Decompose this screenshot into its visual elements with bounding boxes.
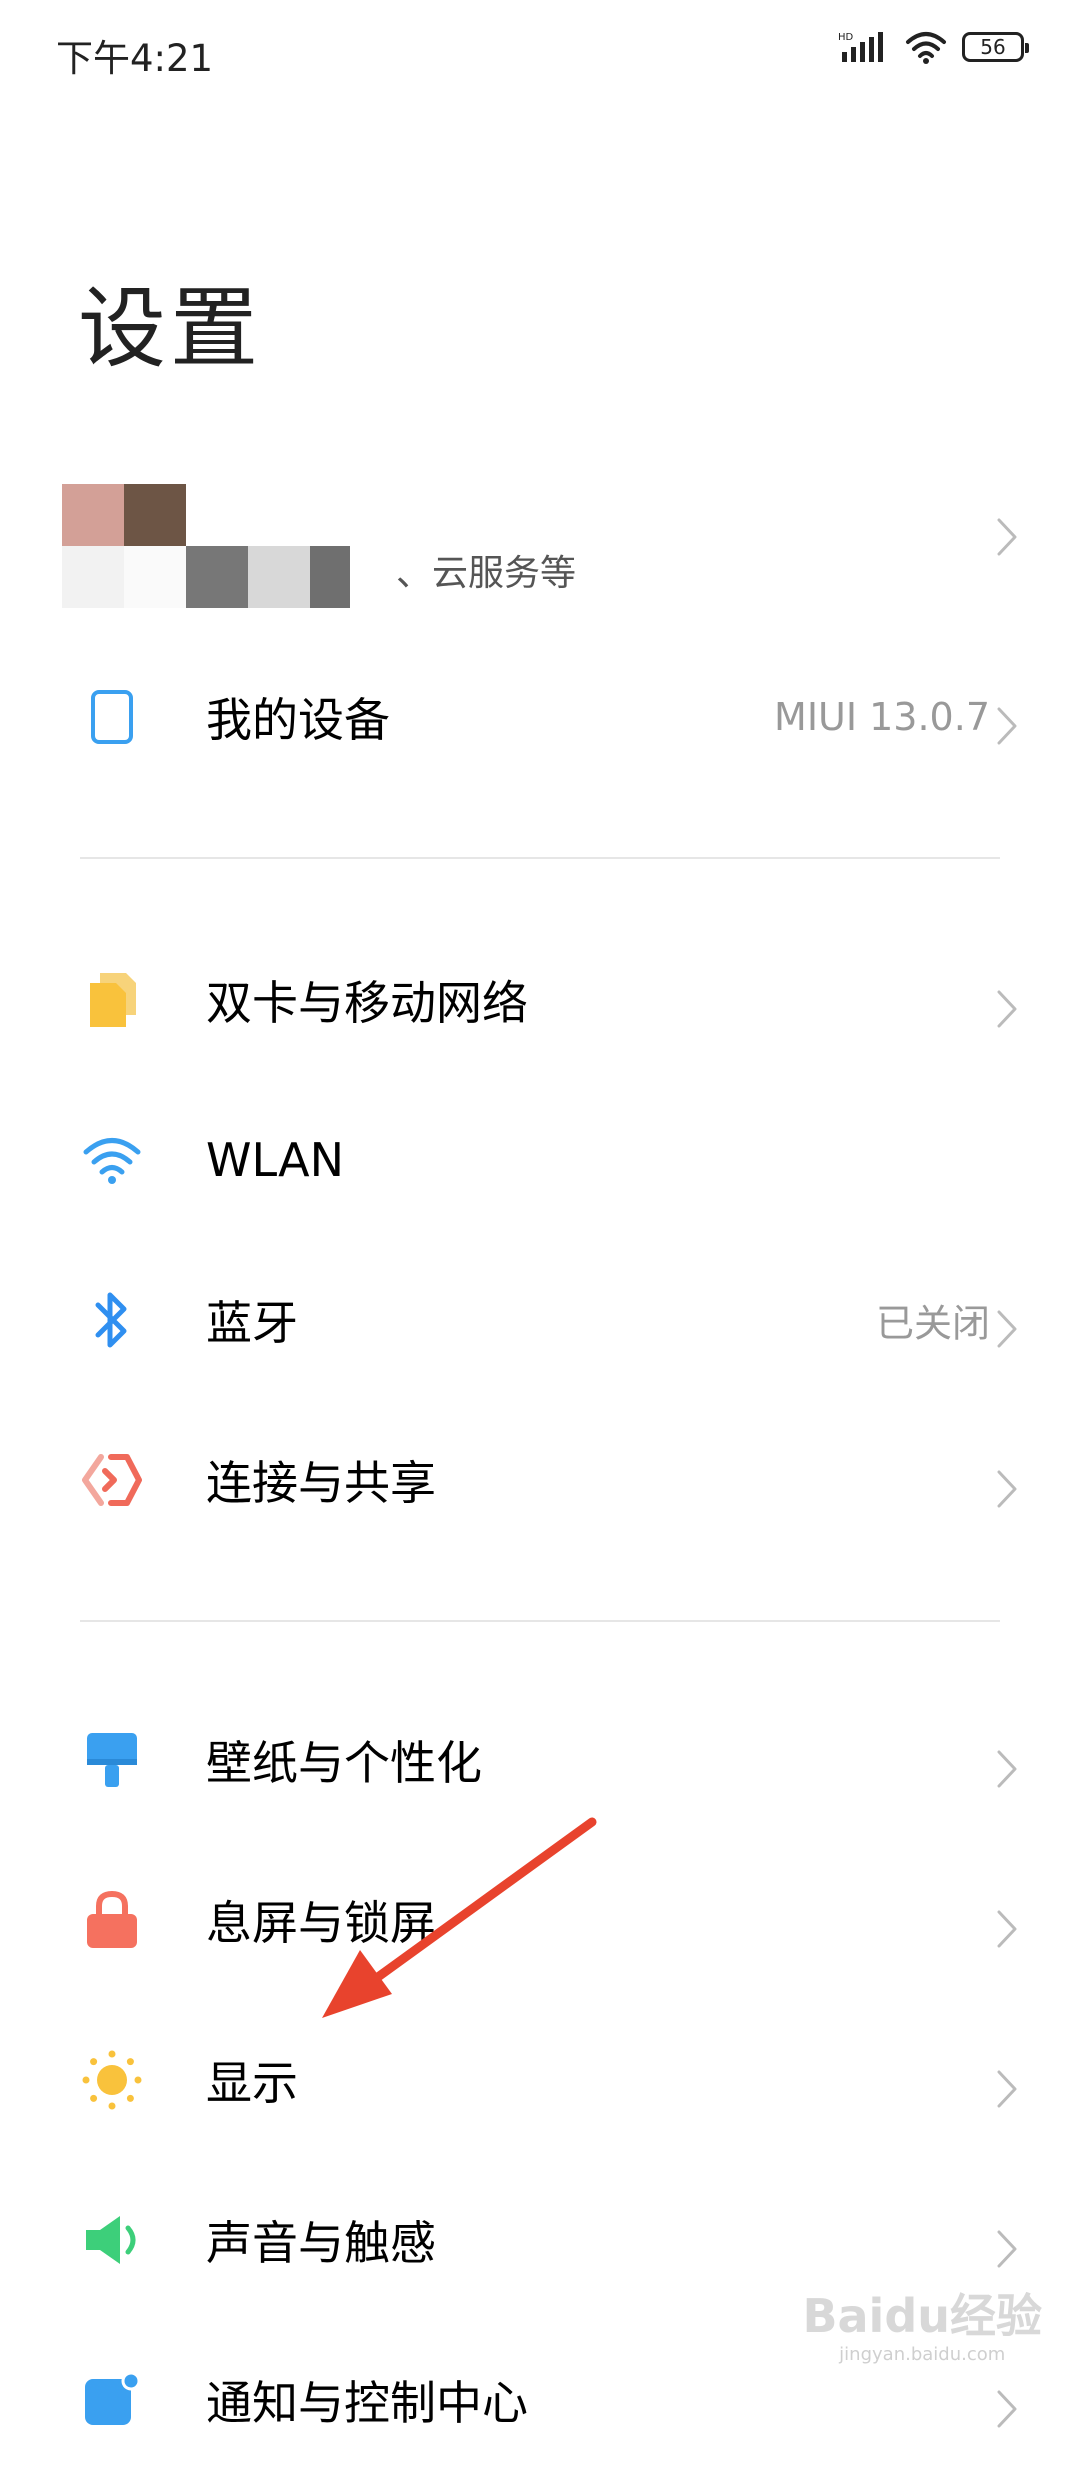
battery-level: 56: [980, 35, 1006, 59]
item-label: 声音与触感: [206, 2216, 436, 2270]
wifi-icon: [80, 1128, 144, 1192]
chevron-right-icon: [996, 2069, 1018, 2108]
chevron-right-icon: [996, 989, 1018, 1028]
settings-item-display[interactable]: 显示: [0, 2000, 1080, 2160]
item-label: 息屏与锁屏: [206, 1896, 436, 1950]
chevron-right-icon: [996, 1469, 1018, 1508]
connection-sharing-icon: [80, 1448, 144, 1512]
chevron-right-icon: [996, 1309, 1018, 1348]
sim-card-icon: [80, 968, 144, 1032]
lock-icon: [80, 1888, 144, 1952]
item-label: 壁纸与个性化: [206, 1736, 482, 1790]
watermark: Baidu经验 jingyan.baidu.com: [802, 2280, 1042, 2365]
chevron-right-icon: [996, 517, 1018, 556]
item-label: 显示: [206, 2056, 298, 2110]
settings-item-dual-sim[interactable]: 双卡与移动网络: [0, 920, 1080, 1080]
wallpaper-icon: [80, 1728, 144, 1792]
settings-item-connection-sharing[interactable]: 连接与共享: [0, 1400, 1080, 1560]
settings-item-lock-screen[interactable]: 息屏与锁屏: [0, 1840, 1080, 2000]
wifi-status-icon: [906, 32, 946, 64]
watermark-url: jingyan.baidu.com: [839, 2344, 1006, 2365]
item-label: 连接与共享: [206, 1456, 436, 1510]
watermark-brand: Baidu经验: [802, 2289, 1042, 2343]
item-label: WLAN: [206, 1133, 345, 1187]
status-time: 下午4:21: [56, 37, 214, 80]
chevron-right-icon: [996, 1909, 1018, 1948]
speaker-icon: [80, 2208, 144, 2272]
chevron-right-icon: [996, 706, 1018, 745]
signal-icon: HD: [838, 32, 883, 62]
item-value: MIUI 13.0.7: [774, 695, 990, 739]
section-divider: [80, 1620, 1000, 1622]
item-value: 已关闭: [875, 1301, 990, 1346]
item-label: 蓝牙: [206, 1296, 298, 1350]
settings-item-wallpaper[interactable]: 壁纸与个性化: [0, 1680, 1080, 1840]
status-bar: 下午4:21 HD 56: [0, 0, 1080, 104]
item-label: 双卡与移动网络: [206, 976, 528, 1030]
account-avatar-pixelated: [62, 484, 362, 608]
settings-item-wlan[interactable]: WLAN: [0, 1080, 1080, 1240]
settings-item-my-device[interactable]: 我的设备 MIUI 13.0.7: [0, 637, 1080, 797]
item-label: 通知与控制中心: [206, 2376, 528, 2430]
chevron-right-icon: [996, 2389, 1018, 2428]
hd-badge: HD: [838, 32, 854, 43]
bluetooth-icon: [80, 1288, 144, 1352]
item-label: 我的设备: [206, 693, 390, 747]
device-icon: [80, 685, 144, 749]
account-row[interactable]: 、云服务等: [0, 446, 1080, 608]
chevron-right-icon: [996, 1749, 1018, 1788]
settings-item-bluetooth[interactable]: 蓝牙 已关闭: [0, 1240, 1080, 1400]
status-icons: HD 56: [838, 30, 1029, 64]
sun-icon: [80, 2048, 144, 2112]
page-title: 设置: [78, 277, 263, 380]
chevron-right-icon: [996, 2229, 1018, 2268]
section-divider: [80, 857, 1000, 859]
battery-icon: 56: [962, 32, 1029, 62]
account-subtitle: 、云服务等: [396, 553, 577, 594]
notification-icon: [80, 2368, 144, 2432]
